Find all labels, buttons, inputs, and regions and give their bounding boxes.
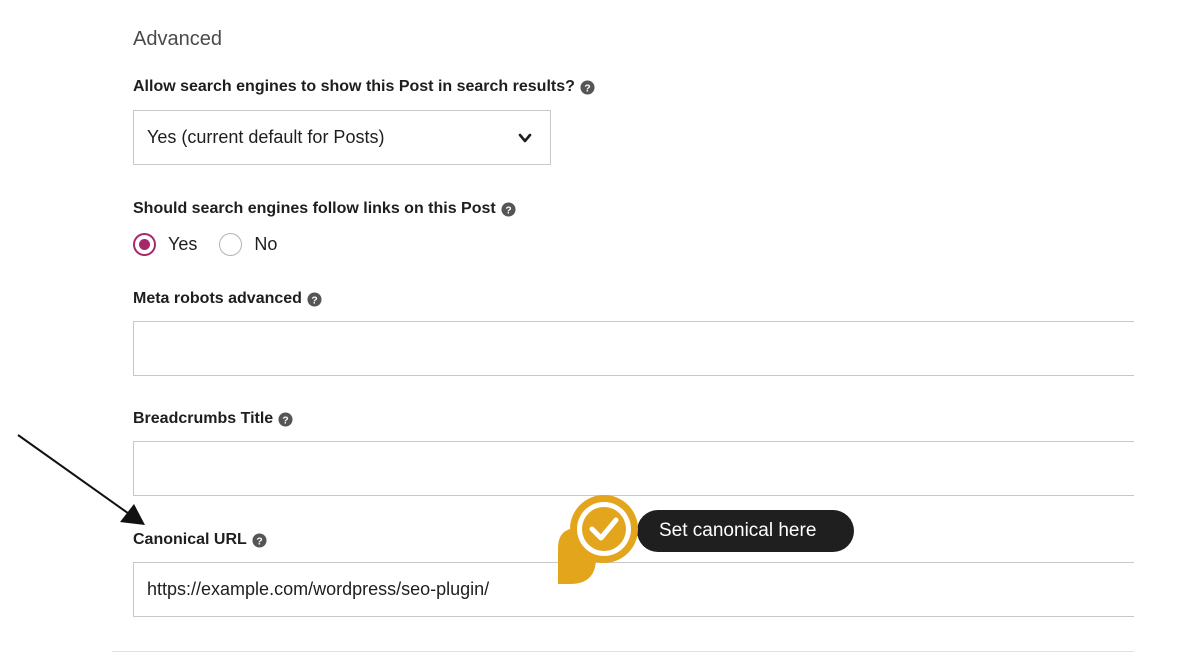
svg-text:?: ? xyxy=(505,205,511,216)
chevron-down-icon xyxy=(518,133,532,143)
follow-links-label: Should search engines follow links on th… xyxy=(133,200,516,218)
follow-no-radio[interactable] xyxy=(219,232,243,256)
check-badge-icon xyxy=(558,495,638,584)
section-divider xyxy=(112,651,1134,652)
search-visibility-label: Allow search engines to show this Post i… xyxy=(133,78,595,96)
svg-text:?: ? xyxy=(256,536,262,547)
search-visibility-label-text: Allow search engines to show this Post i… xyxy=(133,78,575,95)
meta-robots-label-text: Meta robots advanced xyxy=(133,290,302,307)
follow-yes-label[interactable]: Yes xyxy=(168,234,197,255)
follow-links-label-text: Should search engines follow links on th… xyxy=(133,200,496,217)
svg-text:?: ? xyxy=(283,415,289,426)
follow-no-label[interactable]: No xyxy=(254,234,277,255)
meta-robots-input[interactable] xyxy=(133,321,1134,376)
callout-bubble: Set canonical here xyxy=(637,510,854,552)
meta-robots-label: Meta robots advanced ? xyxy=(133,290,322,308)
help-icon[interactable]: ? xyxy=(501,201,516,217)
canonical-url-value: https://example.com/wordpress/seo-plugin… xyxy=(147,579,490,599)
svg-text:?: ? xyxy=(584,83,590,94)
help-icon[interactable]: ? xyxy=(580,79,595,95)
section-title: Advanced xyxy=(133,28,222,50)
arrow-annotation xyxy=(17,434,145,525)
help-icon[interactable]: ? xyxy=(307,291,322,307)
follow-links-radio-group: Yes No xyxy=(133,231,299,257)
search-visibility-select[interactable]: Yes (current default for Posts) xyxy=(133,110,551,165)
svg-text:?: ? xyxy=(311,295,317,306)
help-icon[interactable]: ? xyxy=(278,411,293,427)
follow-yes-radio[interactable] xyxy=(133,232,156,256)
search-visibility-selected: Yes (current default for Posts) xyxy=(147,127,385,147)
callout-text: Set canonical here xyxy=(659,520,817,541)
help-icon[interactable]: ? xyxy=(252,532,267,548)
